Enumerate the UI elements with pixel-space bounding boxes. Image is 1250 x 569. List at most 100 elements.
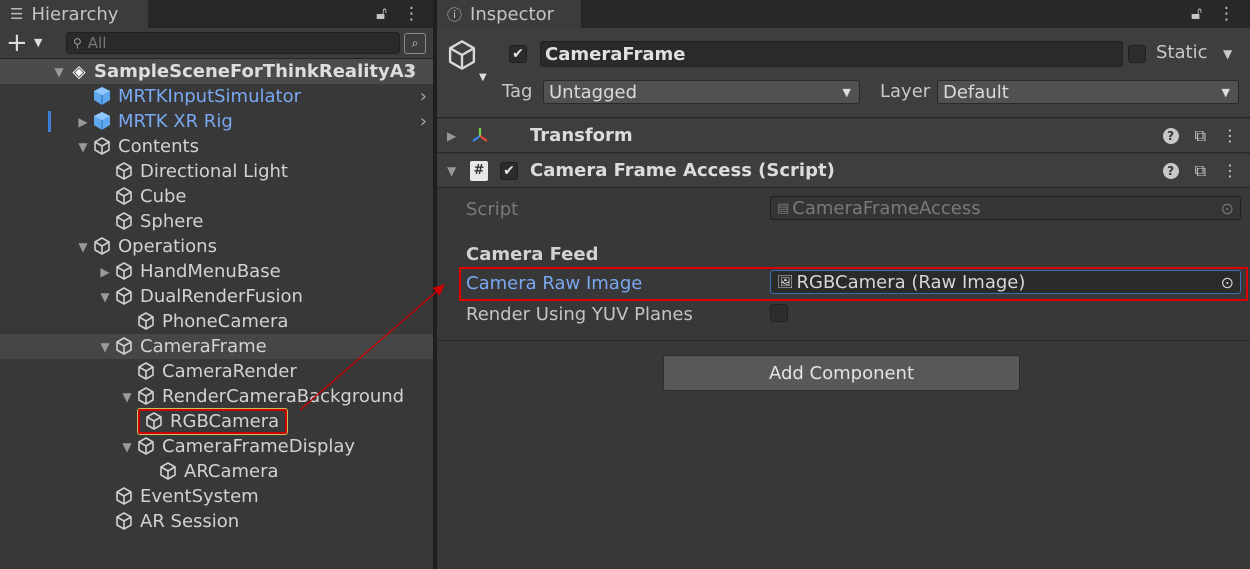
foldout-collapsed-icon[interactable]: ▶	[74, 115, 92, 129]
gameobject-cube-icon	[144, 411, 166, 433]
gameobject-cube-icon	[114, 511, 136, 533]
kebab-menu-icon[interactable]: ⋮	[1222, 126, 1238, 145]
tree-item-operations[interactable]: ▼ Operations	[0, 234, 433, 259]
script-label: Script	[466, 199, 519, 220]
kebab-menu-icon[interactable]: ⋮	[403, 62, 419, 81]
chevron-right-icon[interactable]: ›	[420, 111, 427, 132]
foldout-expanded-icon[interactable]: ▼	[118, 440, 136, 454]
transform-axes-icon	[469, 125, 491, 147]
tree-item-rendercamerabackground[interactable]: ▼ RenderCameraBackground	[0, 384, 433, 409]
tree-item-cameraframedisplay[interactable]: ▼ CameraFrameDisplay	[0, 434, 433, 459]
chevron-down-icon: ▼	[842, 85, 851, 99]
foldout-expanded-icon[interactable]: ▼	[96, 290, 114, 304]
gameobject-cube-icon	[114, 161, 136, 183]
tree-item-eventsystem[interactable]: EventSystem	[0, 484, 433, 509]
gameobject-cube-icon	[136, 436, 158, 458]
yuv-checkbox[interactable]	[770, 304, 788, 322]
scene-name: SampleSceneForThinkRealityA3	[94, 61, 417, 82]
preset-sliders-icon[interactable]: ⧉	[1195, 126, 1206, 146]
active-checkbox[interactable]: ✔	[509, 45, 527, 63]
list-icon: ☰	[10, 5, 24, 23]
script-value: CameraFrameAccess	[792, 197, 981, 219]
tag-dropdown[interactable]: Untagged ▼	[543, 80, 860, 104]
script-field: ▤ CameraFrameAccess ⊙	[770, 196, 1241, 220]
gameobject-cube-icon	[114, 261, 136, 283]
tree-item-camerarender[interactable]: CameraRender	[0, 359, 433, 384]
tree-item-mrtkinputsimulator[interactable]: MRTKInputSimulator ›	[0, 84, 433, 109]
gameobject-cube-icon	[114, 211, 136, 233]
kebab-menu-icon[interactable]: ⋮	[1222, 161, 1238, 180]
search-placeholder: All	[87, 34, 107, 52]
tree-item-arcamera[interactable]: ARCamera	[0, 459, 433, 484]
csharp-script-icon: #	[470, 160, 488, 181]
hierarchy-toolbar: + ▼ ⚲ All ⌕	[0, 28, 433, 59]
gameobject-cube-icon	[158, 461, 180, 483]
tree-item-sphere[interactable]: Sphere	[0, 209, 433, 234]
object-picker-icon[interactable]: ⊙	[1221, 273, 1234, 292]
tree-item-cameraframe[interactable]: ▼ CameraFrame	[0, 334, 433, 359]
search-by-type-icon[interactable]: ⌕	[404, 33, 426, 54]
gameobject-cube-icon	[136, 386, 158, 408]
foldout-expanded-icon[interactable]: ▼	[74, 140, 92, 154]
add-component-button[interactable]: Add Component	[663, 355, 1020, 391]
component-header-transform[interactable]: ▶ Transform ? ⧉ ⋮	[437, 119, 1250, 153]
gameobject-cube-icon	[92, 136, 114, 158]
tree-item-rgbcamera[interactable]: RGBCamera	[0, 409, 433, 434]
help-icon[interactable]: ?	[1162, 127, 1179, 144]
foldout-expanded-icon[interactable]: ▼	[50, 65, 68, 79]
tree-item-label: CameraRender	[162, 361, 297, 382]
gameobject-icon[interactable]: ▼	[445, 38, 489, 83]
tree-item-ar-session[interactable]: AR Session	[0, 509, 433, 534]
tree-item-dualrenderfusion[interactable]: ▼ DualRenderFusion	[0, 284, 433, 309]
foldout-expanded-icon[interactable]: ▼	[447, 164, 456, 178]
help-icon[interactable]: ?	[1162, 162, 1179, 179]
tab-label: Inspector	[470, 3, 554, 25]
gameobject-cube-icon	[114, 336, 136, 358]
kebab-menu-icon[interactable]: ⋮	[1218, 4, 1235, 24]
chevron-down-icon[interactable]: ▼	[34, 36, 42, 49]
lock-icon[interactable]: 🔓︎	[376, 4, 387, 24]
create-button[interactable]: +	[6, 30, 28, 56]
tree-item-mrtk-xr-rig[interactable]: ▶ MRTK XR Rig ›	[0, 109, 433, 134]
lock-icon[interactable]: 🔓︎	[1191, 4, 1202, 24]
static-checkbox[interactable]	[1128, 45, 1146, 63]
search-input[interactable]: ⚲ All	[66, 32, 400, 54]
tree-item-label: ARCamera	[184, 461, 279, 482]
foldout-collapsed-icon[interactable]: ▶	[96, 265, 114, 279]
yuv-label: Render Using YUV Planes	[466, 304, 693, 325]
scene-row[interactable]: ▼ ◈ SampleSceneForThinkRealityA3 ⋮	[0, 59, 433, 84]
static-label: Static	[1156, 42, 1208, 63]
object-name-field[interactable]: CameraFrame	[540, 41, 1123, 67]
tree-item-handmenubase[interactable]: ▶ HandMenuBase	[0, 259, 433, 284]
layer-dropdown[interactable]: Default ▼	[937, 80, 1239, 104]
component-header-camera-frame-access[interactable]: ▼ # ✔ Camera Frame Access (Script) ? ⧉ ⋮	[437, 154, 1250, 188]
tree-item-contents[interactable]: ▼ Contents	[0, 134, 433, 159]
tree-item-label: CameraFrameDisplay	[162, 436, 356, 457]
tree-item-label: Directional Light	[140, 161, 288, 182]
gameobject-cube-icon	[136, 361, 158, 383]
tree-item-directional-light[interactable]: Directional Light	[0, 159, 433, 184]
foldout-expanded-icon[interactable]: ▼	[96, 340, 114, 354]
chevron-right-icon[interactable]: ›	[420, 86, 427, 107]
tree-item-label: MRTKInputSimulator	[118, 86, 302, 107]
kebab-menu-icon[interactable]: ⋮	[403, 4, 420, 24]
foldout-collapsed-icon[interactable]: ▶	[447, 129, 456, 143]
component-tools: ? ⧉ ⋮	[1162, 126, 1238, 146]
foldout-expanded-icon[interactable]: ▼	[118, 390, 136, 404]
foldout-expanded-icon[interactable]: ▼	[74, 240, 92, 254]
tab-label: Hierarchy	[31, 3, 119, 25]
gameobject-cube-icon	[114, 286, 136, 308]
preset-sliders-icon[interactable]: ⧉	[1195, 161, 1206, 181]
tree-item-phonecamera[interactable]: PhoneCamera	[0, 309, 433, 334]
tree-item-cube[interactable]: Cube	[0, 184, 433, 209]
tag-label: Tag	[502, 81, 533, 102]
tab-hierarchy[interactable]: ☰ Hierarchy	[0, 0, 148, 28]
camera-raw-image-field[interactable]: 🖼︎ RGBCamera (Raw Image) ⊙	[770, 270, 1241, 294]
prefab-cube-icon	[92, 86, 114, 108]
separator	[437, 340, 1250, 341]
component-enabled-checkbox[interactable]: ✔	[500, 161, 518, 180]
tag-value: Untagged	[549, 81, 638, 103]
tab-inspector[interactable]: ⓘ Inspector	[437, 0, 581, 28]
tree-item-label: DualRenderFusion	[140, 286, 303, 307]
static-dropdown-icon[interactable]: ▼	[1223, 47, 1232, 61]
